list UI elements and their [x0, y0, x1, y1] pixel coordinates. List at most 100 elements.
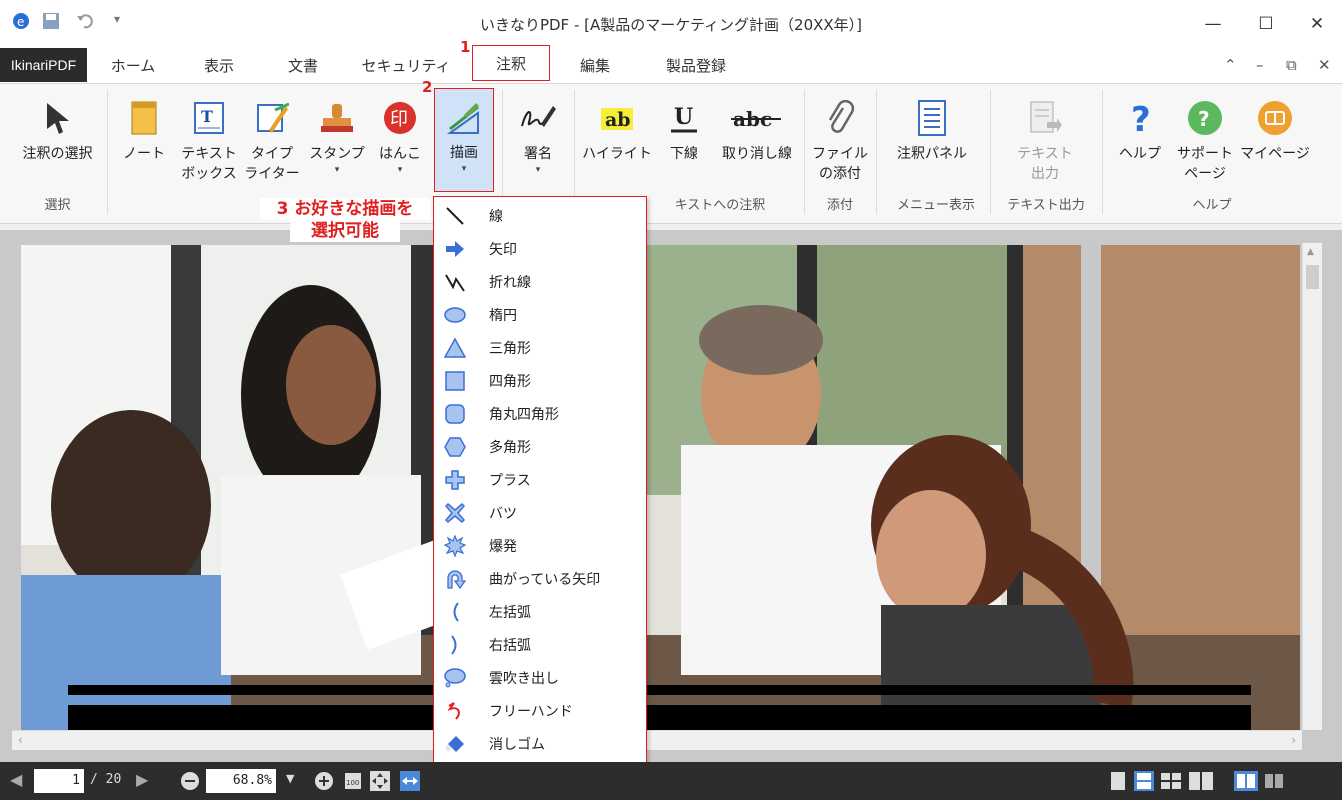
doc-minimize-icon[interactable]: – — [1256, 56, 1264, 74]
menu-item-right-bracket[interactable]: 右括弧 — [434, 628, 646, 661]
facing-cover-view-icon[interactable] — [1234, 771, 1258, 795]
annotation-panel-button[interactable]: 注釈パネル — [884, 98, 980, 164]
minimize-icon[interactable]: — — [1190, 10, 1236, 38]
zoom-in-icon[interactable] — [314, 771, 334, 795]
scroll-thumb[interactable] — [1306, 265, 1319, 289]
rounded-rectangle-icon — [442, 403, 468, 425]
actual-size-icon[interactable]: 100 — [344, 772, 362, 794]
select-annotation-button[interactable]: 注釈の選択 — [10, 98, 105, 164]
maximize-icon[interactable]: ☐ — [1243, 10, 1289, 38]
menu-item-cross[interactable]: バツ — [434, 496, 646, 529]
help-button[interactable]: ? ヘルプ — [1112, 98, 1168, 164]
tab-home[interactable]: ホーム — [100, 48, 166, 84]
tab-document[interactable]: 文書 — [270, 48, 336, 84]
note-icon — [124, 98, 164, 138]
group-help: ヘルプ — [1192, 198, 1232, 213]
note-button[interactable]: ノート — [116, 98, 172, 164]
two-page-view-icon[interactable] — [1188, 771, 1214, 795]
menu-item-polyline[interactable]: 折れ線 — [434, 265, 646, 298]
tab-security[interactable]: セキュリティ — [356, 48, 456, 84]
horizontal-scrollbar[interactable]: ‹ › — [12, 730, 1302, 750]
svg-text:ab: ab — [605, 109, 631, 131]
zoom-out-icon[interactable] — [180, 771, 200, 795]
menu-item-line[interactable]: 線 — [434, 199, 646, 232]
highlight-button[interactable]: ab ハイライト — [582, 98, 652, 164]
doc-close-icon[interactable]: ✕ — [1318, 56, 1331, 74]
doc-restore-icon[interactable]: ⧉ — [1286, 56, 1297, 74]
menu-item-triangle[interactable]: 三角形 — [434, 331, 646, 364]
menu-item-left-bracket[interactable]: 左括弧 — [434, 595, 646, 628]
drawing-button[interactable]: 描画 ▾ — [434, 88, 494, 192]
menu-item-curved-arrow[interactable]: 曲がっている矢印 — [434, 562, 646, 595]
tab-view[interactable]: 表示 — [186, 48, 252, 84]
tab-edit[interactable]: 編集 — [562, 48, 628, 84]
paperclip-icon — [820, 98, 860, 138]
group-menu-display: メニュー表示 — [896, 198, 975, 213]
text-output-icon — [1025, 98, 1065, 138]
menu-item-plus[interactable]: プラス — [434, 463, 646, 496]
underline-button[interactable]: U 下線 — [656, 98, 712, 164]
single-page-view-icon[interactable] — [1108, 771, 1128, 795]
ribbon: 注釈の選択 選択 ノート T テキスト ボックス タイプ ライター スタンプ ▾… — [0, 84, 1342, 224]
svg-text:100: 100 — [346, 779, 359, 787]
grid-view-icon[interactable] — [1160, 771, 1182, 795]
signature-icon — [518, 98, 558, 138]
eraser-icon — [442, 733, 468, 755]
menu-item-rectangle[interactable]: 四角形 — [434, 364, 646, 397]
pdf-page[interactable] — [21, 245, 1300, 730]
fit-page-icon[interactable] — [370, 771, 390, 795]
zoom-input[interactable]: 68.8% — [206, 769, 276, 793]
underline-icon: U — [664, 98, 704, 138]
explosion-icon — [442, 534, 468, 557]
triangle-icon — [442, 336, 468, 359]
group-text-annotation: キストへの注釈 — [674, 198, 766, 213]
tab-product-registration[interactable]: 製品登録 — [648, 48, 744, 84]
fit-width-icon[interactable] — [400, 771, 420, 795]
menu-item-freehand[interactable]: フリーハンド — [434, 694, 646, 727]
panel-icon — [912, 98, 952, 138]
step-3-note: 3 お好きな描画を 選択可能 — [260, 198, 430, 242]
menu-item-eraser[interactable]: 消しゴム — [434, 727, 646, 760]
menu-item-arrow[interactable]: 矢印 — [434, 232, 646, 265]
typewriter-icon — [252, 98, 292, 138]
group-select: 選択 — [44, 198, 71, 213]
page-photo — [21, 245, 1300, 730]
hanko-icon: 印 — [380, 98, 420, 138]
attach-file-button[interactable]: ファイル の添付 — [810, 98, 870, 184]
textbox-button[interactable]: T テキスト ボックス — [176, 98, 242, 184]
support-page-button[interactable]: ? サポート ページ — [1172, 98, 1238, 184]
right-bracket-icon — [442, 634, 468, 656]
page-number-input[interactable]: 1 — [34, 769, 84, 793]
menu-item-explosion[interactable]: 爆発 — [434, 529, 646, 562]
facing-view-icon[interactable] — [1262, 771, 1286, 795]
step-1-marker: 1 — [460, 38, 471, 56]
prev-page-icon[interactable]: ◀ — [10, 770, 22, 789]
tab-annotation[interactable]: 注釈 — [472, 45, 550, 81]
zoom-dropdown-icon[interactable]: ▼ — [286, 772, 294, 785]
vertical-scrollbar[interactable]: ▲ — [1302, 243, 1322, 730]
menu-item-polygon[interactable]: 多角形 — [434, 430, 646, 463]
close-icon[interactable]: ✕ — [1294, 10, 1340, 38]
next-page-icon[interactable]: ▶ — [136, 770, 148, 789]
collapse-ribbon-icon[interactable]: ⌃ — [1224, 56, 1237, 74]
strikeout-button[interactable]: abc 取り消し線 — [714, 98, 800, 164]
group-text-output: テキスト出力 — [1007, 198, 1085, 213]
signature-button[interactable]: 署名 ▾ — [508, 98, 568, 176]
cross-icon — [442, 502, 468, 524]
mypage-button[interactable]: マイページ — [1238, 98, 1312, 164]
menu-item-ellipse[interactable]: 楕円 — [434, 298, 646, 331]
drawing-icon — [444, 97, 484, 137]
stamp-button[interactable]: スタンプ ▾ — [304, 98, 370, 176]
pointer-icon — [38, 98, 78, 138]
app-menu-button[interactable]: IkinariPDF — [0, 48, 87, 82]
menu-item-rounded-rectangle[interactable]: 角丸四角形 — [434, 397, 646, 430]
typewriter-button[interactable]: タイプ ライター — [242, 98, 302, 184]
rectangle-icon — [442, 370, 468, 392]
hanko-button[interactable]: 印 はんこ ▾ — [372, 98, 428, 176]
menu-item-cloud-bubble[interactable]: 雲吹き出し — [434, 661, 646, 694]
polyline-icon — [442, 271, 468, 293]
continuous-view-icon[interactable] — [1134, 771, 1154, 795]
textbox-icon: T — [189, 98, 229, 138]
stamp-icon — [317, 98, 357, 138]
svg-text:?: ? — [1198, 107, 1210, 131]
